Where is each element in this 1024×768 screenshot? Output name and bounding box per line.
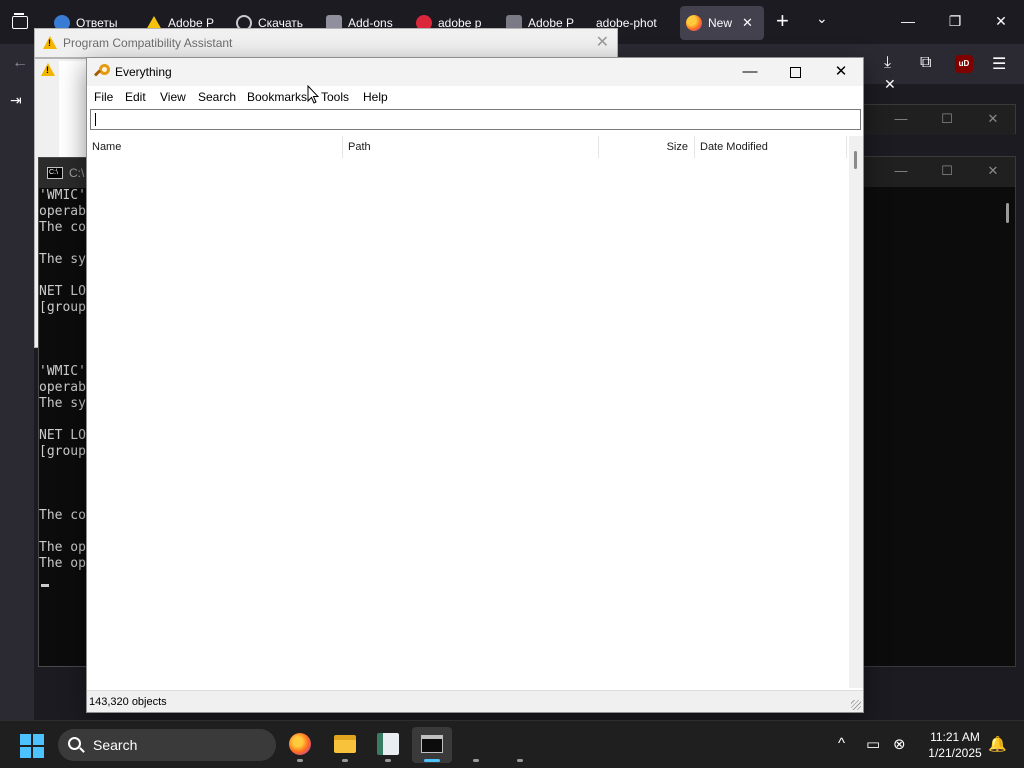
- taskbar: Search ^ ▭ ⊗ 11:21 AM 1/21/2025 🔔: [0, 720, 1024, 768]
- resize-grip-icon[interactable]: [851, 700, 861, 710]
- clock-time: 11:21 AM: [930, 730, 980, 744]
- minimize-button[interactable]: —: [728, 58, 772, 86]
- terminal-icon: [421, 735, 443, 753]
- window-titlebar[interactable]: Everything — ✕: [87, 58, 863, 86]
- tab-list-icon[interactable]: [6, 10, 34, 34]
- warning-icon: [41, 63, 55, 76]
- menu-view[interactable]: View: [160, 90, 186, 104]
- window-titlebar: — ☐ ✕: [863, 105, 1015, 135]
- text-caret: [95, 113, 96, 126]
- menu-tools[interactable]: Tools: [321, 90, 349, 104]
- column-path[interactable]: Path: [343, 136, 599, 158]
- column-date-modified[interactable]: Date Modified: [695, 136, 847, 158]
- window-title: Everything: [115, 65, 172, 79]
- file-explorer-icon: [334, 735, 356, 753]
- taskbar-app-6[interactable]: [500, 727, 540, 763]
- taskbar-app-notepad[interactable]: [368, 727, 408, 763]
- sign-in-icon[interactable]: ⇥: [10, 92, 22, 109]
- warning-icon: [43, 36, 57, 49]
- menu-file[interactable]: File: [94, 90, 113, 104]
- minimize-button[interactable]: —: [893, 8, 923, 34]
- taskbar-app-5[interactable]: [456, 727, 496, 763]
- column-name[interactable]: Name: [87, 136, 343, 158]
- menu-help[interactable]: Help: [363, 90, 388, 104]
- clock[interactable]: 11:21 AM 1/21/2025: [918, 729, 992, 761]
- menu-bookmarks[interactable]: Bookmarks: [247, 90, 307, 104]
- search-label: Search: [93, 737, 138, 753]
- scrollbar-thumb[interactable]: [854, 151, 857, 169]
- firefox-icon: [289, 733, 311, 755]
- chevron-down-icon[interactable]: ⌄: [816, 10, 828, 27]
- ublock-icon[interactable]: uD: [955, 55, 973, 73]
- close-button[interactable]: ✕: [986, 8, 1016, 34]
- clock-date: 1/21/2025: [928, 746, 982, 760]
- browser-tab-active[interactable]: New ✕: [680, 6, 764, 40]
- background-window: — ☐ ✕: [862, 104, 1016, 135]
- minimize-icon[interactable]: —: [891, 163, 911, 178]
- results-list[interactable]: [87, 158, 849, 688]
- console-cursor: [41, 584, 49, 587]
- column-header: Name Path Size Date Modified: [87, 136, 847, 158]
- menu-icon[interactable]: ☰: [992, 54, 1006, 74]
- maximize-icon[interactable]: ☐: [937, 163, 957, 179]
- taskbar-app-terminal[interactable]: [412, 727, 452, 763]
- tab-label: New: [708, 16, 733, 30]
- close-icon[interactable]: ✕: [742, 15, 753, 31]
- taskbar-search-box[interactable]: Search: [58, 729, 276, 761]
- volume-muted-icon[interactable]: ⊗: [893, 735, 906, 753]
- maximize-icon[interactable]: ☐: [937, 111, 957, 127]
- search-icon: [68, 737, 81, 750]
- tray-chevron-up-icon[interactable]: ^: [838, 735, 845, 752]
- menu-bar: File Edit View Search Bookmarks Tools He…: [87, 86, 863, 108]
- status-bar: 143,320 objects: [87, 690, 863, 712]
- compat-assistant-window: Program Compatibility Assistant ✕: [34, 28, 618, 58]
- mouse-pointer-icon: [307, 85, 319, 104]
- close-icon[interactable]: ✕: [983, 163, 1003, 179]
- maximize-button[interactable]: [773, 58, 817, 86]
- network-icon[interactable]: ▭: [866, 735, 880, 753]
- sidebar-strip: ⇥: [0, 84, 34, 724]
- everything-window: Everything — ✕ File Edit View Search Boo…: [86, 57, 864, 713]
- vertical-scrollbar[interactable]: [849, 136, 863, 688]
- cmd-icon: C:\: [47, 167, 63, 179]
- notepad-icon: [377, 733, 399, 755]
- notification-bell-icon[interactable]: 🔔: [988, 735, 1007, 753]
- taskbar-app-explorer[interactable]: [325, 727, 365, 763]
- extensions-icon[interactable]: ⧉: [920, 54, 931, 72]
- close-button[interactable]: ✕: [819, 58, 863, 86]
- firefox-favicon-icon: [686, 15, 702, 31]
- menu-edit[interactable]: Edit: [125, 90, 146, 104]
- maximize-icon: [789, 66, 801, 78]
- object-count: 143,320 objects: [89, 696, 167, 708]
- close-icon[interactable]: ✕: [983, 111, 1003, 127]
- column-size[interactable]: Size: [599, 136, 695, 158]
- terminal-window: — ☐ ✕: [862, 156, 1016, 667]
- console-output: 'WMIC' operab The co The sy NET LO [grou…: [39, 188, 86, 571]
- window-titlebar: — ☐ ✕: [863, 157, 1015, 187]
- close-icon[interactable]: ✕: [884, 76, 896, 93]
- taskbar-app-firefox[interactable]: [280, 727, 320, 763]
- minimize-icon[interactable]: —: [891, 111, 911, 126]
- back-arrow-icon[interactable]: ←: [12, 54, 28, 72]
- restore-button[interactable]: ❐: [940, 8, 970, 34]
- scrollbar-thumb[interactable]: [1006, 203, 1009, 223]
- magnifier-icon: [93, 64, 111, 80]
- search-input[interactable]: [90, 109, 861, 130]
- new-tab-button[interactable]: +: [776, 10, 789, 32]
- window-title: Program Compatibility Assistant: [63, 36, 233, 50]
- menu-search[interactable]: Search: [198, 90, 236, 104]
- close-icon[interactable]: ✕: [596, 32, 609, 52]
- window-title: C:\: [69, 166, 85, 180]
- download-icon[interactable]: ⤓: [884, 54, 891, 72]
- windows-start-icon[interactable]: [20, 734, 44, 758]
- cmd-titlebar: C:\ C:\: [39, 158, 93, 188]
